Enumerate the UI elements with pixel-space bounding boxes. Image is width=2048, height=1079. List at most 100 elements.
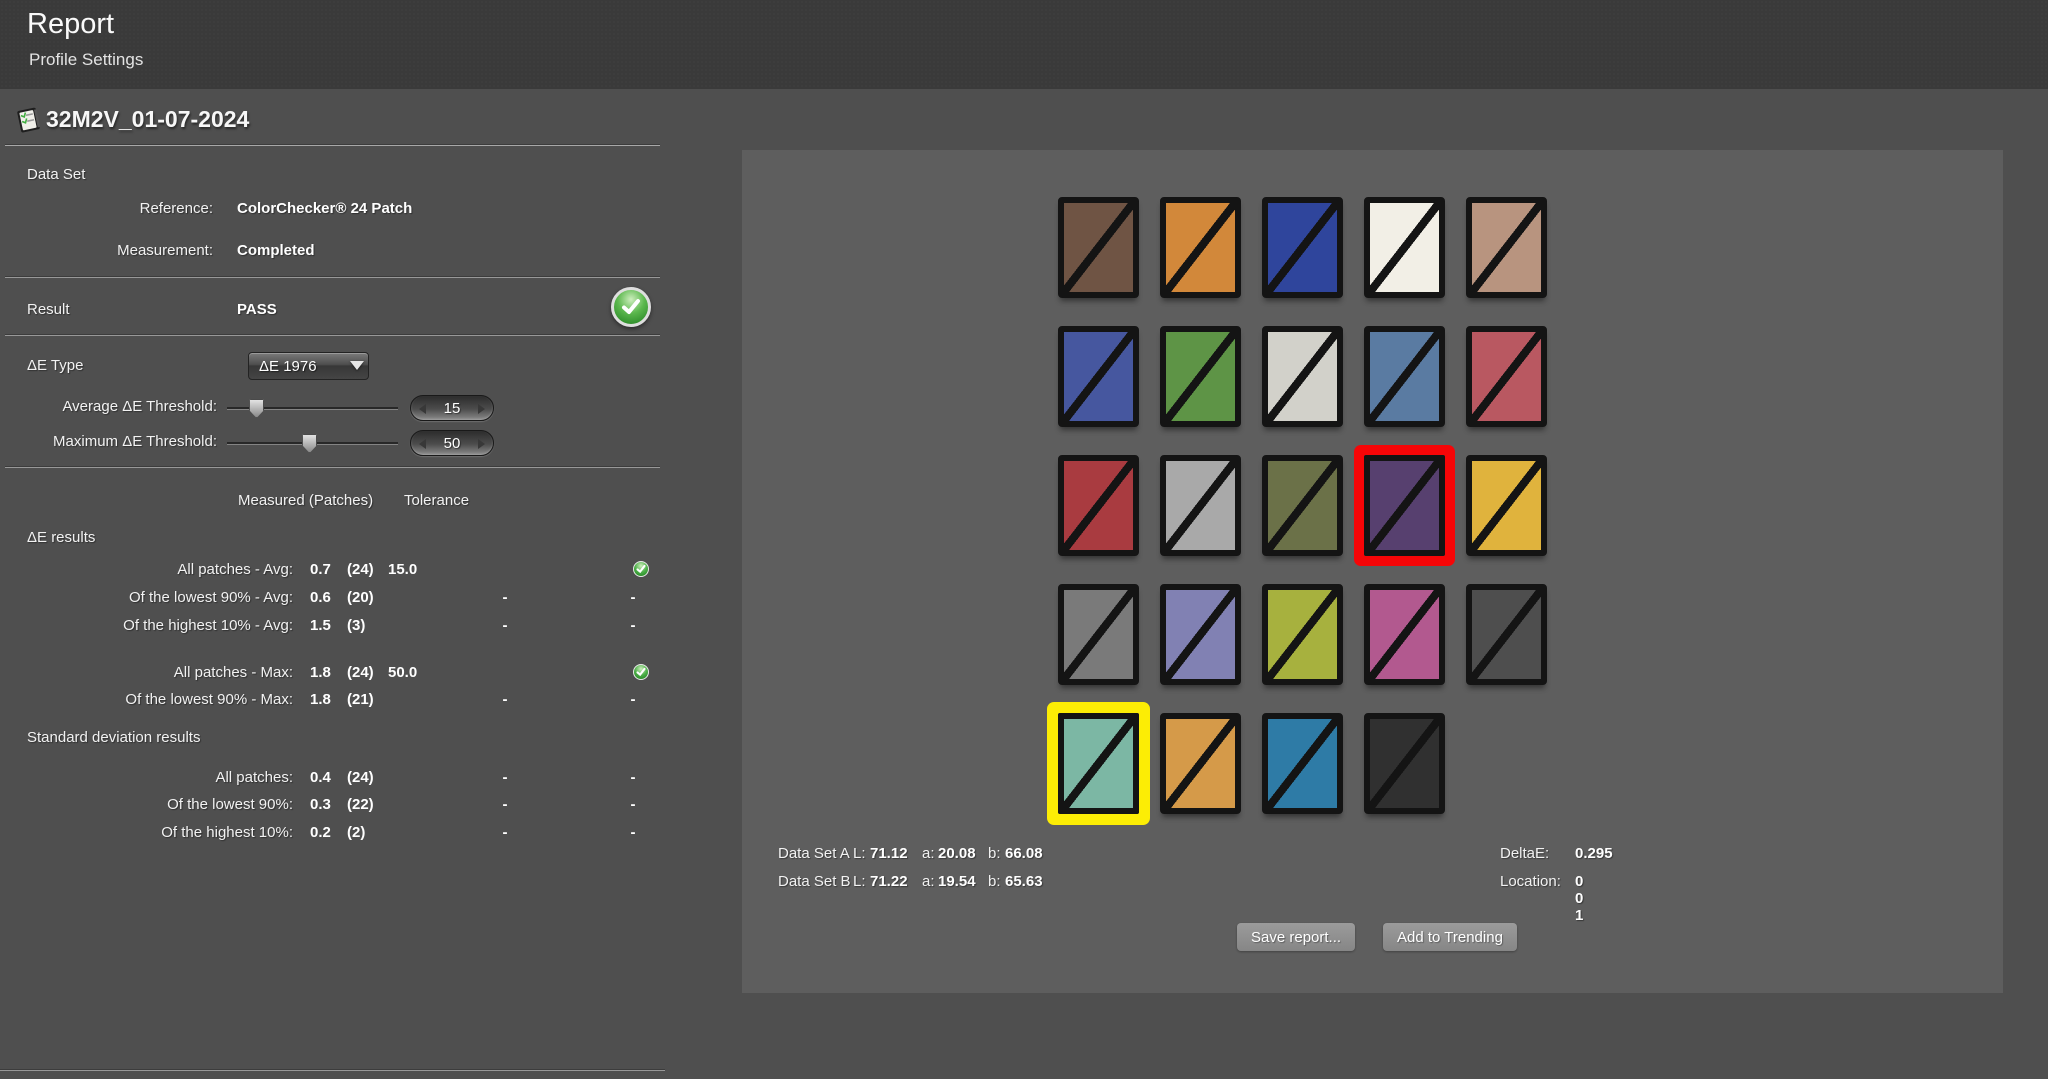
triangle-right-icon[interactable]	[478, 404, 485, 414]
tolerance-value: -	[490, 769, 520, 786]
result-row: Of the lowest 90% - Max:1.8(21)--	[0, 691, 680, 711]
measured-value: 0.4	[310, 769, 331, 786]
measured-count: (24)	[347, 561, 374, 578]
delta-e-type-selected: ΔE 1976	[259, 358, 317, 375]
color-patch[interactable]	[1160, 584, 1241, 685]
result-row: All patches - Max:1.8(24)50.0	[0, 664, 680, 684]
measured-value: 1.8	[310, 691, 331, 708]
color-patch[interactable]	[1160, 713, 1241, 814]
tolerance-value: 50.0	[388, 664, 417, 681]
reference-label: Reference:	[0, 200, 213, 217]
result-row: Of the highest 10%:0.2(2)--	[0, 824, 680, 844]
measured-value: 0.7	[310, 561, 331, 578]
measured-count: (24)	[347, 664, 374, 681]
result-row: All patches - Avg: 0.7 (24) 15.0	[0, 561, 680, 581]
tolerance-value: 15.0	[388, 561, 417, 578]
delta-e-label: DeltaE:	[1500, 845, 1549, 862]
data-set-b-label: Data Set B	[778, 873, 851, 890]
measurement-value: Completed	[237, 242, 315, 259]
data-set-a-row: Data Set A L: 71.12 a: 20.08 b: 66.08	[778, 845, 850, 862]
a-value: 20.08	[938, 845, 976, 862]
avg-threshold-label: Average ΔE Threshold:	[0, 398, 217, 415]
color-patch[interactable]	[1262, 713, 1343, 814]
status-cell: -	[613, 769, 653, 786]
delta-e-row: DeltaE: 0.295	[1500, 845, 1549, 862]
color-patch[interactable]	[1058, 584, 1139, 685]
status-cell: -	[613, 617, 653, 634]
color-patch[interactable]	[1160, 455, 1241, 556]
measured-count: (22)	[347, 796, 374, 813]
color-patch[interactable]	[1058, 197, 1139, 298]
result-row-label: All patches:	[0, 769, 293, 786]
location-value: 0 0 1	[1575, 873, 1583, 924]
measurement-label: Measurement:	[0, 242, 213, 259]
b-value: 66.08	[1005, 845, 1043, 862]
measured-value: 1.5	[310, 617, 331, 634]
slider-thumb[interactable]	[302, 434, 317, 453]
result-row: Of the highest 10% - Avg:1.5(3)--	[0, 617, 680, 637]
measured-count: (24)	[347, 769, 374, 786]
color-patch[interactable]	[1466, 326, 1547, 427]
divider	[5, 466, 660, 468]
avg-threshold-spinner[interactable]: 15	[410, 395, 494, 421]
result-row-label: Of the highest 10%:	[0, 824, 293, 841]
color-patch[interactable]	[1058, 455, 1139, 556]
measured-value: 0.2	[310, 824, 331, 841]
report-notebook-icon	[14, 106, 44, 134]
column-header-measured: Measured (Patches)	[238, 492, 373, 509]
status-cell: -	[613, 824, 653, 841]
triangle-right-icon[interactable]	[478, 439, 485, 449]
result-row-label: All patches - Avg:	[0, 561, 293, 578]
add-to-trending-button[interactable]: Add to Trending	[1383, 923, 1517, 951]
result-row: Of the lowest 90%:0.3(22)--	[0, 796, 680, 816]
result-row: Of the lowest 90% - Avg:0.6(20)--	[0, 589, 680, 609]
delta-e-type-label: ΔE Type	[27, 357, 83, 374]
data-set-section-label: Data Set	[27, 166, 85, 183]
color-patch[interactable]	[1364, 713, 1445, 814]
result-value: PASS	[237, 301, 277, 318]
color-patch[interactable]	[1364, 584, 1445, 685]
result-row: All patches: 0.4 (24) - -	[0, 769, 680, 789]
column-header-tolerance: Tolerance	[404, 492, 469, 509]
patch-report-panel: Data Set A L: 71.12 a: 20.08 b: 66.08 Da…	[742, 150, 2003, 993]
color-patch[interactable]	[1262, 584, 1343, 685]
result-pass-check-icon	[611, 287, 651, 327]
status-pass-check-icon	[633, 664, 649, 680]
color-patch[interactable]	[1466, 584, 1547, 685]
color-patch[interactable]	[1262, 455, 1343, 556]
color-patch[interactable]	[1058, 326, 1139, 427]
slider-thumb[interactable]	[249, 399, 264, 418]
color-patch[interactable]	[1364, 326, 1445, 427]
measured-value: 0.3	[310, 796, 331, 813]
color-patch[interactable]	[1262, 326, 1343, 427]
color-patch-selected-red[interactable]	[1364, 455, 1445, 556]
location-row: Location: 0 0 1	[1500, 873, 1561, 890]
max-threshold-spinner[interactable]: 50	[410, 430, 494, 456]
delta-e-type-dropdown[interactable]: ΔE 1976	[248, 352, 369, 380]
color-patch[interactable]	[1466, 455, 1547, 556]
result-row-label: Of the highest 10% - Avg:	[0, 617, 293, 634]
data-set-b-row: Data Set B L: 71.22 a: 19.54 b: 65.63	[778, 873, 851, 890]
page-subtitle: Profile Settings	[29, 50, 143, 70]
color-patch[interactable]	[1262, 197, 1343, 298]
b-label: b:	[988, 845, 1001, 862]
measured-count: (20)	[347, 589, 374, 606]
result-row-label: Of the lowest 90%:	[0, 796, 293, 813]
max-threshold-slider[interactable]	[227, 433, 398, 453]
header-bar: Report Profile Settings	[0, 0, 2048, 89]
color-patch[interactable]	[1466, 197, 1547, 298]
status-cell: -	[613, 796, 653, 813]
color-patch-selected-yellow[interactable]	[1058, 713, 1139, 814]
color-patch[interactable]	[1160, 326, 1241, 427]
divider	[5, 144, 660, 146]
section-title: ΔE results	[27, 529, 95, 546]
report-window: Report Profile Settings 32M2V_01-07-2024…	[0, 0, 2048, 1079]
save-report-button[interactable]: Save report...	[1237, 923, 1355, 951]
avg-threshold-slider[interactable]	[227, 398, 398, 418]
a-label: a:	[922, 845, 935, 862]
color-patch[interactable]	[1160, 197, 1241, 298]
l-label: L:	[853, 845, 866, 862]
color-patch[interactable]	[1364, 197, 1445, 298]
chevron-down-icon	[350, 361, 364, 370]
l-value: 71.22	[870, 873, 908, 890]
